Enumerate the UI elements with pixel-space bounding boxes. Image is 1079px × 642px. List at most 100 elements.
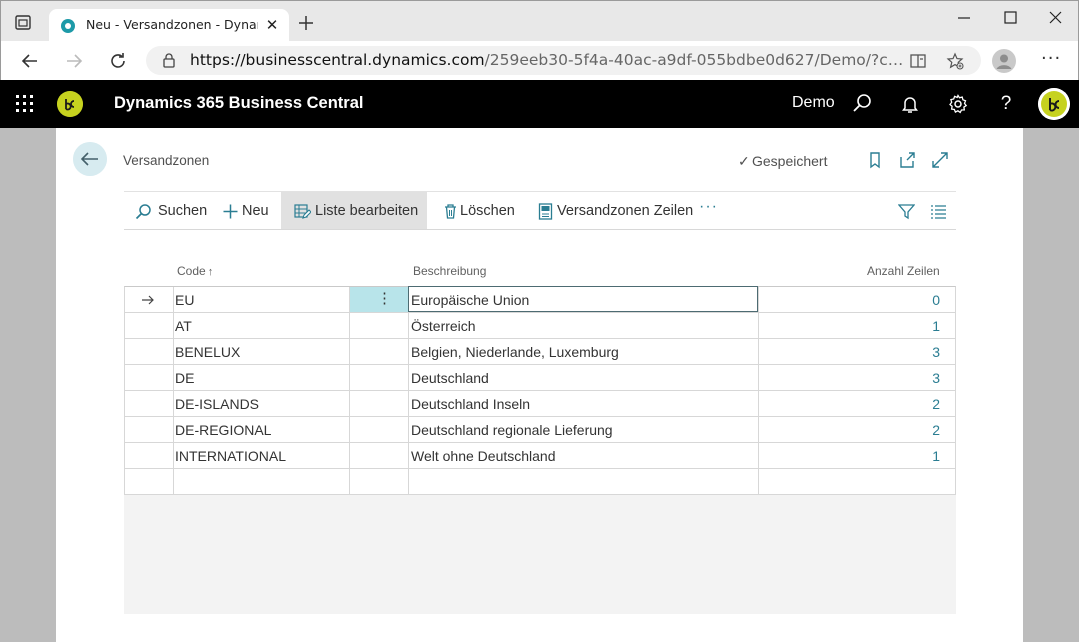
- line-count-link[interactable]: 3: [932, 370, 940, 386]
- line-count-cell[interactable]: 0: [758, 287, 955, 312]
- line-count-link[interactable]: 2: [932, 396, 940, 412]
- line-count-cell[interactable]: 3: [758, 339, 955, 364]
- company-name[interactable]: Demo: [792, 94, 835, 112]
- description-cell[interactable]: Deutschland regionale Lieferung: [408, 417, 758, 442]
- column-header-description[interactable]: Beschreibung: [413, 264, 486, 278]
- code-cell[interactable]: DE: [173, 365, 349, 390]
- description-cell[interactable]: Österreich: [408, 313, 758, 338]
- header-search-icon[interactable]: [851, 93, 873, 115]
- user-avatar-icon[interactable]: [1038, 88, 1070, 120]
- line-count-link[interactable]: 1: [932, 448, 940, 464]
- add-favorite-icon[interactable]: [946, 52, 964, 70]
- new-tab-icon[interactable]: [297, 14, 315, 32]
- row-selector[interactable]: [125, 469, 173, 494]
- code-cell[interactable]: DE-ISLANDS: [173, 391, 349, 416]
- filter-button[interactable]: [895, 192, 919, 229]
- url-input[interactable]: https://businesscentral.dynamics.com/259…: [146, 46, 981, 75]
- row-menu-icon[interactable]: ⋮: [377, 290, 392, 308]
- table-row[interactable]: DE-ISLANDS Deutschland Inseln 2: [125, 391, 955, 417]
- column-header-code[interactable]: Code ↑: [177, 264, 213, 278]
- line-count-cell[interactable]: 2: [758, 417, 955, 442]
- url-host: https://businesscentral.dynamics.com: [190, 51, 485, 69]
- table-row[interactable]: DE Deutschland 3: [125, 365, 955, 391]
- app-title[interactable]: Dynamics 365 Business Central: [114, 94, 363, 113]
- zone-lines-button[interactable]: Versandzonen Zeilen: [531, 192, 693, 229]
- code-cell[interactable]: EU: [173, 287, 349, 312]
- line-count-cell[interactable]: 1: [758, 313, 955, 338]
- tab-close-icon[interactable]: ✕: [263, 16, 281, 34]
- view-options-button[interactable]: [927, 192, 951, 229]
- notifications-bell-icon[interactable]: [899, 93, 921, 115]
- description-cell[interactable]: [408, 469, 758, 494]
- description-cell[interactable]: Welt ohne Deutschland: [408, 443, 758, 468]
- window-close-icon[interactable]: [1044, 8, 1068, 28]
- line-count-link[interactable]: 0: [932, 292, 940, 308]
- new-button[interactable]: Neu: [216, 192, 278, 229]
- row-menu-cell[interactable]: [349, 417, 408, 442]
- line-count-cell[interactable]: 3: [758, 365, 955, 390]
- browser-forward-icon[interactable]: [64, 51, 84, 71]
- code-cell[interactable]: DE-REGIONAL: [173, 417, 349, 442]
- code-cell[interactable]: AT: [173, 313, 349, 338]
- filter-funnel-icon: [898, 204, 915, 220]
- line-count-cell[interactable]: 1: [758, 443, 955, 468]
- split-screen-icon[interactable]: [909, 52, 927, 70]
- description-cell[interactable]: Europäische Union: [408, 286, 758, 312]
- table-row[interactable]: AT Österreich 1: [125, 313, 955, 339]
- lock-icon[interactable]: [162, 53, 176, 68]
- table-row[interactable]: BENELUX Belgien, Niederlande, Luxemburg …: [125, 339, 955, 365]
- row-menu-cell[interactable]: [349, 391, 408, 416]
- row-selector[interactable]: [125, 287, 173, 312]
- app-launcher-waffle-icon[interactable]: [16, 95, 34, 113]
- browser-more-icon[interactable]: ···: [1041, 49, 1063, 71]
- code-cell[interactable]: INTERNATIONAL: [173, 443, 349, 468]
- code-cell[interactable]: BENELUX: [173, 339, 349, 364]
- open-new-window-icon[interactable]: [898, 151, 916, 169]
- tab-actions-icon[interactable]: [14, 13, 32, 31]
- description-cell[interactable]: Deutschland: [408, 365, 758, 390]
- row-selector[interactable]: [125, 443, 173, 468]
- line-count-link[interactable]: 2: [932, 422, 940, 438]
- table-row-new[interactable]: [125, 469, 955, 495]
- browser-reload-icon[interactable]: [108, 51, 128, 71]
- browser-tab-active[interactable]: Neu - Versandzonen - Dynamics ✕: [49, 9, 289, 42]
- row-menu-cell[interactable]: [349, 339, 408, 364]
- row-menu-cell[interactable]: ⋮: [349, 287, 408, 312]
- search-button[interactable]: Suchen: [124, 192, 214, 229]
- browser-back-icon[interactable]: [20, 51, 40, 71]
- row-menu-cell[interactable]: [349, 365, 408, 390]
- window-maximize-icon[interactable]: [998, 8, 1022, 28]
- row-menu-cell[interactable]: [349, 313, 408, 338]
- line-count-link[interactable]: 1: [932, 318, 940, 334]
- bookmark-icon[interactable]: [866, 151, 884, 169]
- code-value: DE-REGIONAL: [175, 422, 272, 438]
- table-row[interactable]: EU ⋮ Europäische Union 0: [125, 286, 955, 313]
- table-row[interactable]: INTERNATIONAL Welt ohne Deutschland 1: [125, 443, 955, 469]
- line-count-cell[interactable]: [758, 469, 955, 494]
- row-selector[interactable]: [125, 313, 173, 338]
- description-cell[interactable]: Belgien, Niederlande, Luxemburg: [408, 339, 758, 364]
- row-selector[interactable]: [125, 365, 173, 390]
- code-cell[interactable]: [173, 469, 349, 494]
- line-count-link[interactable]: 3: [932, 344, 940, 360]
- window-minimize-icon[interactable]: [952, 8, 976, 28]
- row-selector[interactable]: [125, 339, 173, 364]
- delete-button[interactable]: Löschen: [434, 192, 522, 229]
- description-value: Welt ohne Deutschland: [411, 448, 556, 464]
- expand-icon[interactable]: [931, 151, 949, 169]
- row-selector[interactable]: [125, 417, 173, 442]
- plus-icon: [223, 204, 238, 219]
- help-icon[interactable]: ?: [995, 93, 1017, 115]
- more-actions-button[interactable]: ···: [698, 192, 720, 229]
- line-count-cell[interactable]: 2: [758, 391, 955, 416]
- back-arrow-icon[interactable]: [73, 142, 107, 176]
- row-selector[interactable]: [125, 391, 173, 416]
- column-header-line-count[interactable]: Anzahl Zeilen: [867, 264, 940, 278]
- row-menu-cell[interactable]: [349, 443, 408, 468]
- edit-list-button[interactable]: Liste bearbeiten: [281, 192, 427, 229]
- table-row[interactable]: DE-REGIONAL Deutschland regionale Liefer…: [125, 417, 955, 443]
- row-menu-cell[interactable]: [349, 469, 408, 494]
- description-cell[interactable]: Deutschland Inseln: [408, 391, 758, 416]
- profile-avatar-icon[interactable]: [992, 49, 1016, 73]
- settings-gear-icon[interactable]: [947, 93, 969, 115]
